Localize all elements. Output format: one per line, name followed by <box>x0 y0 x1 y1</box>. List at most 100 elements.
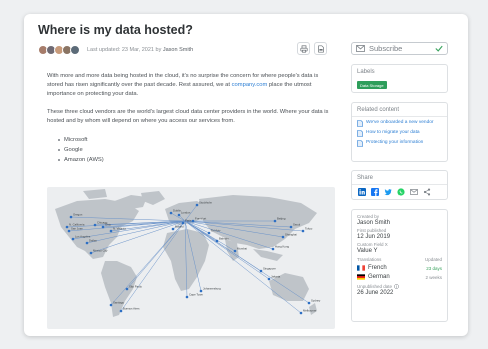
city-label: Hong Kong <box>275 245 289 249</box>
city-marker <box>85 241 89 245</box>
city-label: Tokyo <box>305 227 313 231</box>
city-marker <box>65 225 69 229</box>
city-label: Ohio <box>105 223 111 227</box>
city-marker <box>71 237 75 241</box>
unpublished-label-text: Unpublished date <box>357 284 393 289</box>
translation-row[interactable]: German 2 weeks <box>357 274 442 280</box>
translation-row[interactable]: French 23 days <box>357 265 442 271</box>
avatar[interactable] <box>70 45 80 55</box>
data-center-world-map: Oregon N. California San Jose Los Angeles Ch… <box>47 187 335 329</box>
city-label: Mumbai <box>237 247 247 251</box>
related-link[interactable]: We've onboarded a new vendor <box>352 120 447 127</box>
company-link[interactable]: company.com <box>232 82 268 88</box>
subscribe-label: Subscribe <box>369 44 403 53</box>
share-buttons <box>352 185 447 199</box>
first-published-label: First published <box>357 228 387 233</box>
share-icon[interactable] <box>423 188 431 196</box>
city-label: Singapore <box>263 267 276 271</box>
city-label: Santiago <box>113 301 124 305</box>
vendor-list: Microsoft Google Amazon (AWS) <box>58 135 332 165</box>
info-icon[interactable] <box>394 284 399 289</box>
city-marker <box>301 229 305 233</box>
article-info-panel: Created by Jason Smith First published 1… <box>351 209 448 322</box>
city-marker <box>267 277 271 281</box>
city-marker <box>289 225 293 229</box>
page-title: Where is my data hosted? <box>38 23 193 37</box>
custom-field-label: Custom Field X <box>357 242 388 247</box>
list-item: Google <box>58 145 332 155</box>
list-item: Amazon (AWS) <box>58 155 332 165</box>
list-item: Microsoft <box>58 135 332 145</box>
city-marker <box>109 229 113 233</box>
translation-updated: 23 days <box>426 265 442 271</box>
unpublished-label: Unpublished date <box>357 284 442 289</box>
email-icon[interactable] <box>410 188 418 196</box>
updated-label: Updated <box>424 257 442 262</box>
share-panel: Share <box>351 170 448 200</box>
vendors-paragraph: These three cloud vendors are the world'… <box>47 109 329 124</box>
first-published-value: 12 Jun 2019 <box>357 234 391 240</box>
city-label: Buenos Aires <box>123 307 140 311</box>
related-link[interactable]: How to migrate your data <box>352 130 447 137</box>
author-name[interactable]: Jason Smith <box>163 47 193 53</box>
related-link-label: How to migrate your data <box>366 130 420 135</box>
city-marker <box>89 251 93 255</box>
city-marker <box>185 295 189 299</box>
export-pdf-button[interactable] <box>314 42 327 55</box>
city-marker <box>191 219 195 223</box>
translation-language: German <box>368 274 390 280</box>
flag-germany-icon <box>357 274 365 280</box>
city-label: Johannesburg <box>203 287 221 291</box>
intro-paragraph: With more and more data being hosted in … <box>47 72 332 99</box>
city-label: Frankfurt <box>195 217 206 221</box>
created-by-value: Jason Smith <box>357 220 391 226</box>
document-icon <box>357 120 363 127</box>
whatsapp-icon[interactable] <box>397 188 405 196</box>
related-content-panel: Related content We've onboarded a new ve… <box>351 102 448 162</box>
document-icon <box>357 140 363 147</box>
related-link-label: Protecting your information <box>366 140 424 145</box>
share-heading: Share <box>352 171 447 185</box>
labels-panel: Labels Data Storage <box>351 64 448 93</box>
related-link-label: We've onboarded a new vendor <box>366 120 434 125</box>
twitter-icon[interactable] <box>384 188 392 196</box>
city-label: San Jose <box>71 227 83 231</box>
translation-language: French <box>368 265 387 271</box>
city-marker <box>177 213 181 217</box>
subscribe-button[interactable]: Subscribe <box>351 42 448 55</box>
city-marker <box>109 303 113 307</box>
city-label: Dallas <box>89 239 97 243</box>
city-label: Seoul <box>293 223 301 227</box>
last-updated-label: Last updated: <box>87 47 122 53</box>
print-button[interactable] <box>297 42 310 55</box>
related-heading: Related content <box>352 103 447 117</box>
label-tag[interactable]: Data Storage <box>357 81 387 89</box>
unpublished-value: 26 June 2022 <box>357 290 394 296</box>
city-marker <box>67 229 71 233</box>
translations-label: Translations <box>357 257 382 262</box>
facebook-icon[interactable] <box>371 188 379 196</box>
related-link[interactable]: Protecting your information <box>352 140 447 147</box>
translation-updated: 2 weeks <box>425 274 442 280</box>
linkedin-icon[interactable] <box>358 188 366 196</box>
contributor-avatars <box>38 45 80 55</box>
city-label: Oregon <box>73 213 83 217</box>
city-marker <box>273 219 277 223</box>
translations-header: Translations Updated <box>357 257 442 262</box>
pdf-icon <box>317 44 324 53</box>
city-label: Beijing <box>277 217 286 221</box>
city-marker <box>233 249 237 253</box>
city-label: Tel Aviv <box>211 229 221 233</box>
world-map-image: OregonN. CaliforniaSan JoseLos AngelesCh… <box>55 189 321 317</box>
city-marker <box>169 211 173 215</box>
city-label: Jakarta <box>271 275 281 279</box>
city-marker <box>271 247 275 251</box>
city-label: Melbourne <box>303 309 317 313</box>
labels-heading: Labels <box>357 69 375 75</box>
last-updated-text: Last updated: 23 Mar, 2021 by Jason Smit… <box>87 47 193 53</box>
city-label: Stockholm <box>199 201 213 205</box>
created-by-label: Created by <box>357 214 380 219</box>
article-meta: Last updated: 23 Mar, 2021 by Jason Smit… <box>38 44 193 56</box>
city-marker <box>119 309 123 313</box>
article-body: With more and more data being hosted in … <box>47 72 332 165</box>
